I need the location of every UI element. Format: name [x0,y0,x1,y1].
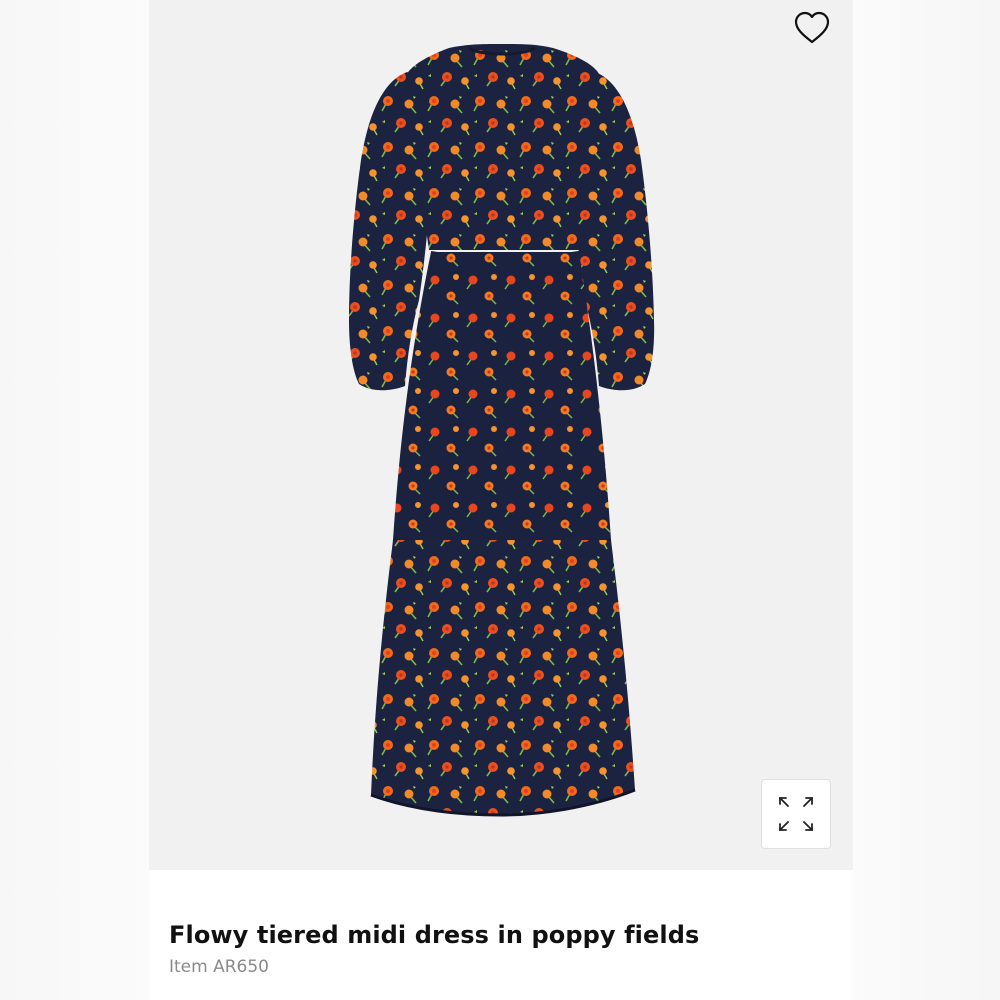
right-margin [853,0,1000,1000]
dress-image [349,44,655,817]
item-number: Item AR650 [169,957,269,977]
product-card: Flowy tiered midi dress in poppy fields … [149,0,853,1000]
product-title: Flowy tiered midi dress in poppy fields [169,921,700,949]
left-margin [0,0,149,1000]
favorite-button[interactable] [792,8,832,48]
product-image[interactable] [149,0,853,870]
product-info: Flowy tiered midi dress in poppy fields … [169,920,829,978]
expand-arrows-icon [779,797,813,831]
heart-outline-icon [794,11,830,44]
expand-image-button[interactable] [761,779,831,849]
